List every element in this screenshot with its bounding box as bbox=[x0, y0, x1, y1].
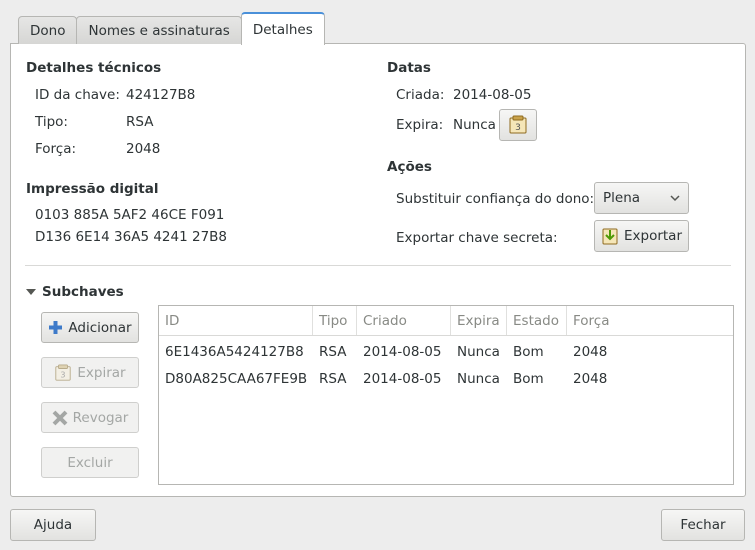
subkeys-expander[interactable]: Subchaves bbox=[26, 284, 124, 300]
revoke-subkey-label: Revogar bbox=[72, 409, 129, 426]
cell-id: 6E1436A5424127B8 bbox=[165, 343, 304, 360]
trust-select[interactable]: Plena bbox=[594, 182, 689, 214]
details-panel: Detalhes técnicos ID da chave: 424127B8 … bbox=[10, 43, 746, 497]
actions-heading: Ações bbox=[387, 159, 432, 175]
cell-expires: Nunca bbox=[457, 343, 500, 360]
fingerprint-line-1: 0103 885A 5AF2 46CE F091 bbox=[35, 207, 225, 223]
tab-bar: Dono Nomes e assinaturas Detalhes bbox=[18, 12, 325, 45]
svg-text:3: 3 bbox=[61, 369, 66, 379]
tab-names-signatures[interactable]: Nomes e assinaturas bbox=[76, 16, 242, 44]
subkeys-heading: Subchaves bbox=[42, 284, 124, 300]
column-header-status[interactable]: Estado bbox=[507, 306, 567, 335]
key-id-label: ID da chave: bbox=[35, 87, 120, 103]
tab-owner[interactable]: Dono bbox=[18, 16, 78, 44]
export-button-label: Exportar bbox=[623, 228, 682, 244]
help-button[interactable]: Ajuda bbox=[10, 509, 96, 541]
cell-expires: Nunca bbox=[457, 370, 500, 387]
column-header-id[interactable]: ID bbox=[159, 306, 313, 335]
expires-value: Nunca bbox=[453, 117, 496, 133]
type-value: RSA bbox=[126, 114, 154, 130]
strength-value: 2048 bbox=[126, 141, 161, 157]
revoke-subkey-button[interactable]: Revogar bbox=[41, 402, 139, 433]
technical-details-heading: Detalhes técnicos bbox=[26, 60, 162, 76]
dates-heading: Datas bbox=[387, 60, 431, 76]
expire-subkey-label: Expirar bbox=[77, 364, 126, 381]
trust-label: Substituir confiança do dono: bbox=[396, 191, 595, 207]
column-header-expires[interactable]: Expira bbox=[451, 306, 507, 335]
cell-status: Bom bbox=[513, 343, 544, 360]
column-header-strength[interactable]: Força bbox=[567, 306, 733, 335]
key-id-value: 424127B8 bbox=[126, 87, 196, 103]
cell-status: Bom bbox=[513, 370, 544, 387]
fingerprint-heading: Impressão digital bbox=[26, 181, 159, 197]
created-label: Criada: bbox=[396, 87, 445, 103]
export-secret-label: Exportar chave secreta: bbox=[396, 230, 558, 246]
subkeys-table[interactable]: ID Tipo Criado Expira Estado Força 6E143… bbox=[158, 305, 734, 485]
revoke-x-icon bbox=[52, 410, 68, 425]
table-row[interactable]: 6E1436A5424127B8 RSA 2014-08-05 Nunca Bo… bbox=[159, 338, 733, 365]
expires-label: Expira: bbox=[396, 117, 444, 133]
export-icon bbox=[602, 228, 618, 245]
plus-icon bbox=[49, 321, 63, 334]
created-value: 2014-08-05 bbox=[453, 87, 532, 103]
calendar-icon: 3 bbox=[509, 115, 527, 134]
cell-created: 2014-08-05 bbox=[363, 370, 442, 387]
cell-strength: 2048 bbox=[573, 343, 608, 360]
cell-type: RSA bbox=[319, 343, 347, 360]
strength-label: Força: bbox=[35, 141, 77, 157]
cell-type: RSA bbox=[319, 370, 347, 387]
delete-subkey-button[interactable]: Excluir bbox=[41, 447, 139, 478]
chevron-down-icon bbox=[670, 194, 680, 201]
column-header-created[interactable]: Criado bbox=[357, 306, 451, 335]
add-subkey-label: Adicionar bbox=[68, 319, 132, 336]
cell-strength: 2048 bbox=[573, 370, 608, 387]
column-header-type[interactable]: Tipo bbox=[313, 306, 357, 335]
tab-details[interactable]: Detalhes bbox=[240, 12, 325, 45]
expiry-calendar-button[interactable]: 3 bbox=[499, 109, 537, 141]
export-button[interactable]: Exportar bbox=[594, 220, 689, 252]
cell-created: 2014-08-05 bbox=[363, 343, 442, 360]
expander-arrow-icon bbox=[26, 289, 36, 295]
type-label: Tipo: bbox=[35, 114, 68, 130]
table-row[interactable]: D80A825CAA67FE9B RSA 2014-08-05 Nunca Bo… bbox=[159, 365, 733, 392]
cell-id: D80A825CAA67FE9B bbox=[165, 370, 308, 387]
svg-text:3: 3 bbox=[515, 123, 521, 133]
calendar-icon: 3 bbox=[55, 363, 72, 381]
close-button[interactable]: Fechar bbox=[661, 509, 745, 541]
trust-select-value: Plena bbox=[603, 190, 641, 206]
section-divider bbox=[25, 265, 731, 266]
add-subkey-button[interactable]: Adicionar bbox=[41, 312, 139, 343]
delete-subkey-label: Excluir bbox=[67, 454, 113, 471]
expire-subkey-button[interactable]: 3 Expirar bbox=[41, 357, 139, 388]
fingerprint-line-2: D136 6E14 36A5 4241 27B8 bbox=[35, 229, 228, 245]
table-header: ID Tipo Criado Expira Estado Força bbox=[159, 306, 733, 336]
